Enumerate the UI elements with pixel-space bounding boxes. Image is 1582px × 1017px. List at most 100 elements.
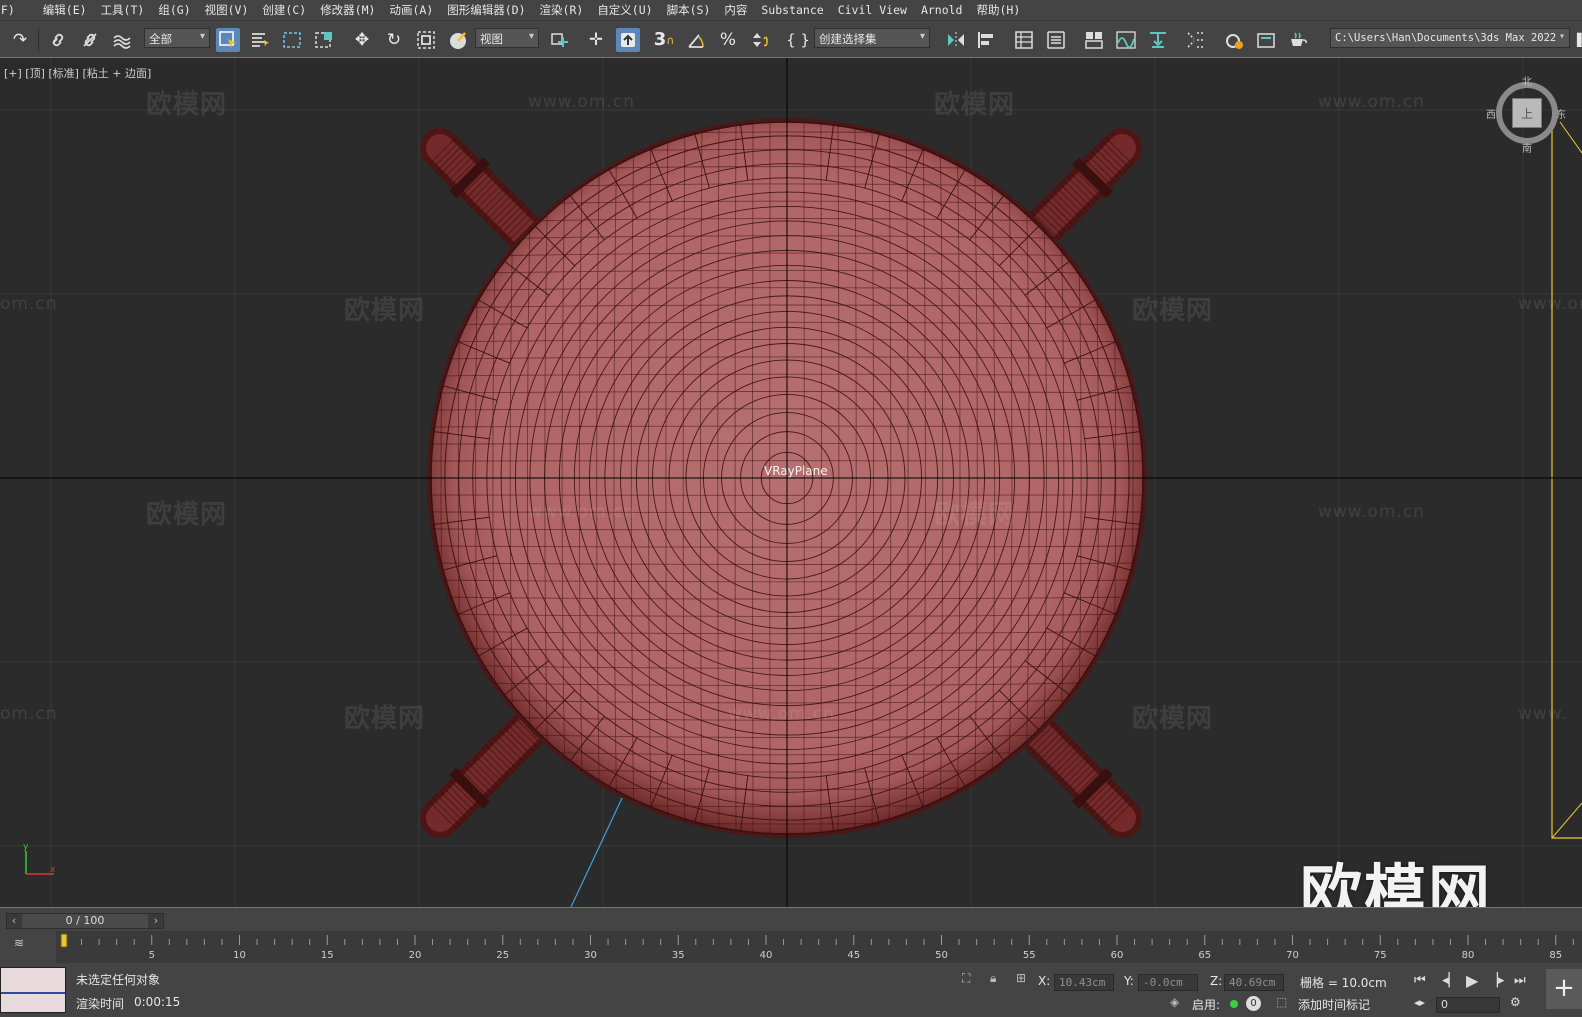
viewcube-north[interactable]: 北: [1522, 73, 1532, 88]
menu-animation[interactable]: 动画(A): [389, 2, 433, 18]
scale-icon[interactable]: [414, 28, 438, 52]
watermark: www.: [1518, 704, 1568, 724]
window-crossing-icon[interactable]: [312, 28, 336, 52]
rectangular-selection-icon[interactable]: [280, 28, 304, 52]
snaps-toggle-icon[interactable]: 3 ∩: [652, 28, 676, 52]
menu-tools[interactable]: 工具(T): [101, 2, 145, 18]
go-to-start-icon[interactable]: ⏮: [1414, 973, 1426, 988]
menu-arnold[interactable]: Arnold: [921, 3, 963, 17]
percent-snap-icon[interactable]: %: [716, 28, 740, 52]
menu-rendering[interactable]: 渲染(R): [540, 2, 584, 18]
selection-lock-icon[interactable]: 🔒︎: [990, 971, 996, 986]
isolate-selection-icon[interactable]: ⛶: [962, 971, 970, 986]
menu-content[interactable]: 内容: [724, 2, 747, 18]
watermark: 欧模网: [934, 90, 1016, 120]
timeline-tick-label: 65: [1198, 950, 1211, 961]
timeline-tick-label: 35: [672, 950, 685, 961]
play-icon[interactable]: ▶: [1466, 971, 1478, 990]
material-editor-icon[interactable]: [1184, 28, 1208, 52]
curve-editor-icon[interactable]: [1114, 28, 1138, 52]
next-frame-arrow-icon[interactable]: ›: [149, 914, 163, 928]
track-bar[interactable]: 5 10 15 20 25 30 35 40 45 50 55 60 65 70 75 80 85: [56, 931, 1582, 963]
viewport-top[interactable]: y x 欧模网 www.om.cn 欧模网 www.om.cn om.cn 欧模…: [0, 58, 1582, 907]
selection-filter-dropdown[interactable]: 全部: [144, 28, 210, 48]
menu-graph-editors[interactable]: 图形编辑器(D): [447, 2, 525, 18]
rendered-frame-window-icon[interactable]: [1254, 28, 1278, 52]
track-bar-curve-icon[interactable]: ≋: [14, 936, 24, 950]
enable-count[interactable]: 0: [1246, 996, 1261, 1011]
watermark: om.cn: [0, 704, 58, 724]
add-keyframe-icon[interactable]: +: [1546, 969, 1582, 1009]
place-icon[interactable]: [446, 28, 470, 52]
mirror-icon[interactable]: [944, 28, 968, 52]
timeline-tick-label: 40: [760, 950, 773, 961]
key-mode-toggle-icon[interactable]: ◂▸: [1414, 996, 1425, 1009]
adaptive-degradation-icon[interactable]: ◈: [1170, 995, 1179, 1009]
viewcube[interactable]: 上 北 西 东 南: [1486, 73, 1566, 155]
menu-help[interactable]: 帮助(H): [976, 2, 1020, 18]
render-time-label: 渲染时间: [76, 997, 125, 1011]
z-coord-field[interactable]: 40.69cm: [1224, 974, 1284, 991]
add-time-tag[interactable]: 添加时间标记: [1298, 996, 1370, 1013]
time-slider-value[interactable]: 0 / 100: [22, 914, 148, 928]
current-frame-field[interactable]: 0: [1436, 997, 1500, 1013]
object-label: VRayPlane: [764, 464, 828, 478]
scene-explorer-icon[interactable]: [1012, 28, 1036, 52]
time-config-icon[interactable]: ⚙: [1510, 995, 1521, 1009]
keyboard-shortcut-override-icon[interactable]: [616, 28, 640, 52]
menu-file[interactable]: (F): [0, 3, 15, 17]
unlink-icon[interactable]: [78, 28, 102, 52]
viewcube-south[interactable]: 南: [1522, 140, 1532, 155]
toolbar-overflow-icon[interactable]: ▐: [1572, 28, 1582, 52]
previous-frame-icon[interactable]: ◂▏: [1442, 973, 1459, 988]
render-production-icon[interactable]: [1286, 28, 1310, 52]
viewport-canvas[interactable]: y x: [0, 58, 1582, 907]
viewport-label[interactable]: [+] [顶] [标准] [粘土 + 边面]: [4, 65, 151, 81]
time-tag-icon[interactable]: ⬚: [1276, 995, 1287, 1009]
menu-substance[interactable]: Substance: [761, 3, 823, 17]
viewcube-face[interactable]: 上: [1512, 98, 1542, 128]
named-selection-dropdown[interactable]: 创建选择集: [814, 28, 930, 48]
main-toolbar: ↷ 全部 ✥ ↻ 视图: [0, 20, 1582, 58]
menu-modifiers[interactable]: 修改器(M): [320, 2, 375, 18]
link-icon[interactable]: [46, 28, 70, 52]
project-folder-dropdown[interactable]: C:\Users\Han\Documents\3ds Max 2022: [1330, 28, 1570, 48]
viewcube-west[interactable]: 西: [1486, 106, 1496, 121]
redo-icon[interactable]: ↷: [8, 28, 32, 52]
render-setup-icon[interactable]: [1222, 28, 1246, 52]
bind-space-warp-icon[interactable]: [110, 28, 134, 52]
rotate-icon[interactable]: ↻: [382, 28, 406, 52]
x-coord-field[interactable]: 10.43cm: [1054, 974, 1114, 991]
edit-named-selection-icon[interactable]: { }: [786, 28, 810, 52]
timeline-tick-label: 30: [584, 950, 597, 961]
next-frame-icon[interactable]: ▕▸: [1488, 973, 1505, 988]
viewcube-east[interactable]: 东: [1556, 106, 1566, 121]
spinner-snap-icon[interactable]: [748, 28, 772, 52]
menu-scripting[interactable]: 脚本(S): [667, 2, 711, 18]
menu-create[interactable]: 创建(C): [262, 2, 306, 18]
prev-frame-arrow-icon[interactable]: ‹: [7, 914, 21, 928]
pivot-center-icon[interactable]: [548, 28, 572, 52]
align-icon[interactable]: [974, 28, 998, 52]
menu-civil-view[interactable]: Civil View: [838, 3, 907, 17]
reference-coord-dropdown[interactable]: 视图: [475, 28, 539, 48]
timeline-tick-label: 55: [1023, 950, 1036, 961]
time-slider[interactable]: ‹ 0 / 100 ›: [6, 913, 164, 929]
angle-snap-icon[interactable]: [684, 28, 708, 52]
toggle-ribbon-icon[interactable]: [1082, 28, 1106, 52]
maxscript-listener-mini[interactable]: [0, 967, 66, 1013]
layer-explorer-icon[interactable]: [1044, 28, 1068, 52]
menu-customize[interactable]: 自定义(U): [597, 2, 652, 18]
menu-group[interactable]: 组(G): [158, 2, 190, 18]
menu-views[interactable]: 视图(V): [205, 2, 249, 18]
schematic-view-icon[interactable]: [1146, 28, 1170, 52]
selected-object-bounds: [1551, 122, 1582, 839]
move-icon[interactable]: ✥: [350, 28, 374, 52]
y-coord-field[interactable]: -0.0cm: [1138, 974, 1198, 991]
select-object-icon[interactable]: [216, 28, 240, 52]
absolute-mode-icon[interactable]: ⊞: [1016, 971, 1026, 985]
go-to-end-icon[interactable]: ⏭: [1514, 973, 1526, 988]
select-manipulate-icon[interactable]: ✛: [584, 28, 608, 52]
select-by-name-icon[interactable]: [248, 28, 272, 52]
menu-edit[interactable]: 编辑(E): [43, 2, 87, 18]
